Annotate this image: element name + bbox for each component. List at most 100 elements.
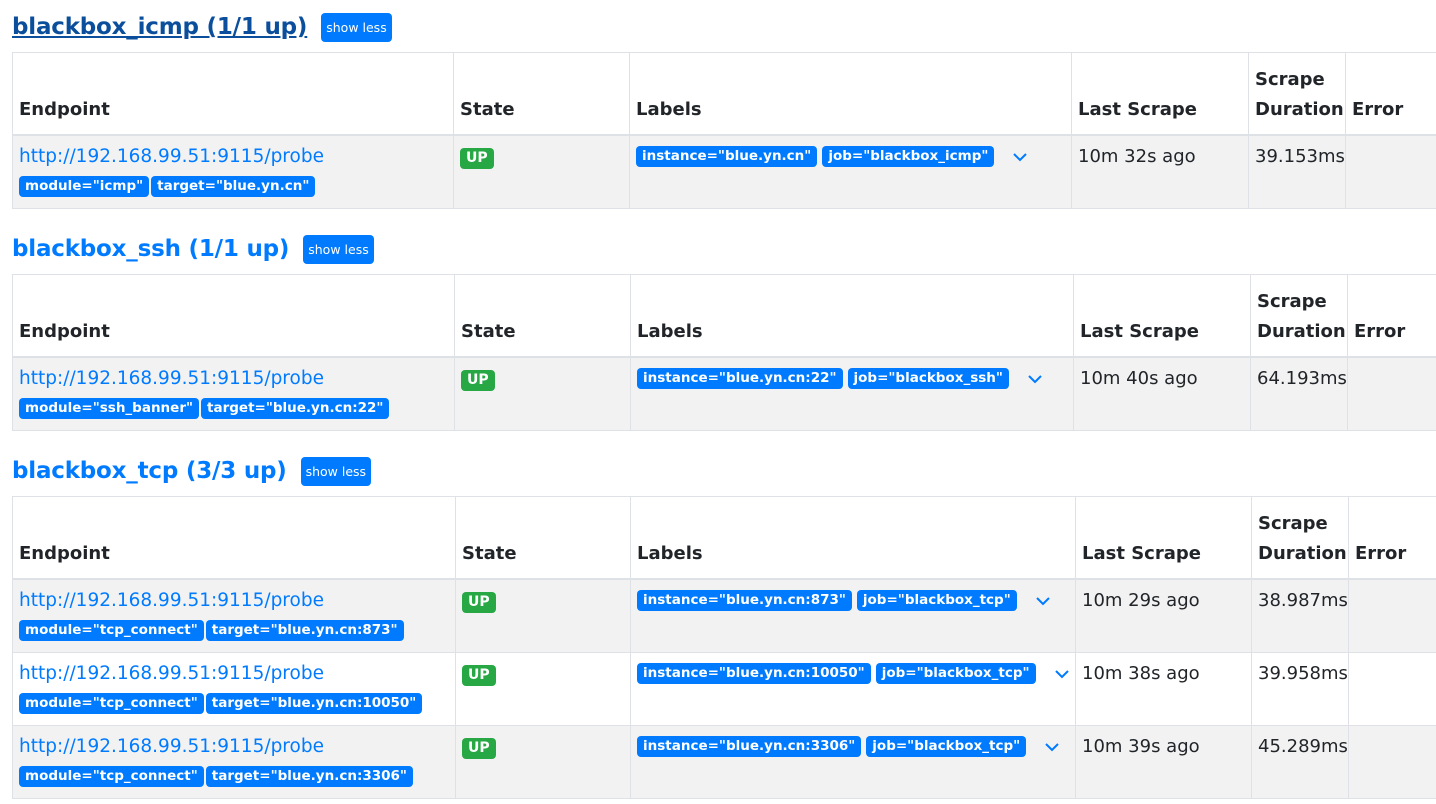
error-cell	[1345, 134, 1436, 209]
table-row: http://192.168.99.51:9115/probe module="…	[12, 652, 1436, 726]
error-cell	[1348, 725, 1436, 799]
duration-cell: 39.153ms	[1248, 134, 1346, 209]
targets-table: Endpoint State Labels Last Scrape Scrape…	[12, 52, 1436, 209]
label-badge: job="blackbox_ssh"	[847, 368, 1009, 389]
chevron-down-icon[interactable]	[1026, 373, 1044, 385]
pool-blackbox-ssh: blackbox_ssh (1/1 up) show less Endpoint…	[12, 234, 1436, 431]
last-scrape-header: Last Scrape	[1075, 496, 1252, 580]
targets-table: Endpoint State Labels Last Scrape Scrape…	[12, 496, 1436, 799]
param-badge: module="icmp"	[19, 176, 150, 197]
labels-cell: instance="blue.yn.cn:873" job="blackbox_t…	[630, 578, 1076, 653]
last-scrape-cell: 10m 32s ago	[1071, 134, 1249, 209]
error-header: Error	[1345, 52, 1436, 136]
error-header: Error	[1347, 274, 1436, 358]
endpoint-header: Endpoint	[12, 496, 456, 580]
last-scrape-header: Last Scrape	[1071, 52, 1249, 136]
label-badge: instance="blue.yn.cn"	[636, 146, 818, 167]
show-less-button[interactable]: show less	[300, 456, 372, 486]
state-cell: UP	[455, 578, 631, 653]
param-badge: module="tcp_connect"	[19, 693, 204, 714]
param-badge: target="blue.yn.cn:22"	[201, 398, 390, 419]
endpoint-header: Endpoint	[12, 274, 455, 358]
scrape-duration-header: Scrape Duration	[1248, 52, 1346, 136]
param-badge: target="blue.yn.cn:873"	[205, 620, 404, 641]
state-badge: UP	[462, 738, 496, 759]
labels-header: Labels	[630, 496, 1076, 580]
chevron-down-icon[interactable]	[1043, 741, 1061, 753]
param-badge: target="blue.yn.cn:3306"	[205, 766, 413, 787]
endpoint-cell: http://192.168.99.51:9115/probe module="…	[12, 652, 456, 726]
chevron-down-icon[interactable]	[1034, 595, 1052, 607]
last-scrape-cell: 10m 40s ago	[1073, 356, 1251, 431]
label-badge: job="blackbox_icmp"	[822, 146, 995, 167]
pool-title-link[interactable]: blackbox_ssh (1/1 up)	[12, 236, 289, 262]
pool-title-link[interactable]: blackbox_tcp (3/3 up)	[12, 458, 287, 484]
table-row: http://192.168.99.51:9115/probe module="…	[12, 356, 1436, 431]
endpoint-link[interactable]: http://192.168.99.51:9115/probe	[19, 146, 447, 168]
label-badge: instance="blue.yn.cn:10050"	[637, 663, 871, 684]
endpoint-link[interactable]: http://192.168.99.51:9115/probe	[19, 736, 449, 758]
labels-header: Labels	[630, 274, 1074, 358]
chevron-down-icon[interactable]	[1053, 668, 1071, 680]
table-header-row: Endpoint State Labels Last Scrape Scrape…	[12, 52, 1436, 136]
state-header: State	[454, 274, 631, 358]
endpoint-cell: http://192.168.99.51:9115/probe module="…	[12, 725, 456, 799]
duration-cell: 45.289ms	[1251, 725, 1349, 799]
endpoint-link[interactable]: http://192.168.99.51:9115/probe	[19, 663, 449, 685]
param-badge: module="tcp_connect"	[19, 766, 204, 787]
endpoint-cell: http://192.168.99.51:9115/probe module="…	[12, 134, 454, 209]
error-header: Error	[1348, 496, 1436, 580]
state-badge: UP	[461, 370, 495, 391]
endpoint-header: Endpoint	[12, 52, 454, 136]
pool-blackbox-icmp: blackbox_icmp (1/1 up) show less Endpoin…	[12, 12, 1436, 209]
error-cell	[1348, 652, 1436, 726]
label-badge: job="blackbox_tcp"	[875, 663, 1036, 684]
state-cell: UP	[455, 652, 631, 726]
targets-table: Endpoint State Labels Last Scrape Scrape…	[12, 274, 1436, 431]
param-badge: target="blue.yn.cn"	[151, 176, 316, 197]
last-scrape-header: Last Scrape	[1073, 274, 1251, 358]
chevron-down-icon[interactable]	[1011, 151, 1029, 163]
last-scrape-cell: 10m 29s ago	[1075, 578, 1252, 653]
scrape-duration-header: Scrape Duration	[1251, 496, 1349, 580]
endpoint-cell: http://192.168.99.51:9115/probe module="…	[12, 578, 456, 653]
state-cell: UP	[453, 134, 630, 209]
last-scrape-cell: 10m 39s ago	[1075, 725, 1252, 799]
labels-cell: instance="blue.yn.cn:22" job="blackbox_ss…	[630, 356, 1074, 431]
label-badge: instance="blue.yn.cn:22"	[637, 368, 843, 389]
table-row: http://192.168.99.51:9115/probe module="…	[12, 725, 1436, 799]
duration-cell: 64.193ms	[1250, 356, 1348, 431]
param-badge: module="tcp_connect"	[19, 620, 204, 641]
scrape-duration-header: Scrape Duration	[1250, 274, 1348, 358]
table-row: http://192.168.99.51:9115/probe module="…	[12, 134, 1436, 209]
table-header-row: Endpoint State Labels Last Scrape Scrape…	[12, 274, 1436, 358]
table-header-row: Endpoint State Labels Last Scrape Scrape…	[12, 496, 1436, 580]
label-badge: instance="blue.yn.cn:3306"	[637, 736, 862, 757]
label-badge: job="blackbox_tcp"	[856, 590, 1017, 611]
state-badge: UP	[460, 148, 494, 169]
state-badge: UP	[462, 592, 496, 613]
endpoint-link[interactable]: http://192.168.99.51:9115/probe	[19, 368, 448, 390]
show-less-button[interactable]: show less	[321, 12, 392, 42]
endpoint-link[interactable]: http://192.168.99.51:9115/probe	[19, 590, 449, 612]
error-cell	[1347, 356, 1436, 431]
label-badge: instance="blue.yn.cn:873"	[637, 590, 852, 611]
state-header: State	[455, 496, 631, 580]
pool-title-link[interactable]: blackbox_icmp (1/1 up)	[12, 14, 307, 40]
labels-header: Labels	[629, 52, 1072, 136]
param-badge: target="blue.yn.cn:10050"	[205, 693, 423, 714]
state-header: State	[453, 52, 630, 136]
pool-blackbox-tcp: blackbox_tcp (3/3 up) show less Endpoint…	[12, 456, 1436, 799]
duration-cell: 38.987ms	[1251, 578, 1349, 653]
error-cell	[1348, 578, 1436, 653]
state-badge: UP	[462, 665, 496, 686]
duration-cell: 39.958ms	[1251, 652, 1349, 726]
table-row: http://192.168.99.51:9115/probe module="…	[12, 578, 1436, 653]
labels-cell: instance="blue.yn.cn:3306" job="blackbox_…	[630, 725, 1076, 799]
labels-cell: instance="blue.yn.cn:10050" job="blackbox…	[630, 652, 1076, 726]
show-less-button[interactable]: show less	[303, 234, 374, 264]
param-badge: module="ssh_banner"	[19, 398, 200, 419]
last-scrape-cell: 10m 38s ago	[1075, 652, 1252, 726]
label-badge: job="blackbox_tcp"	[866, 736, 1027, 757]
endpoint-cell: http://192.168.99.51:9115/probe module="…	[12, 356, 455, 431]
